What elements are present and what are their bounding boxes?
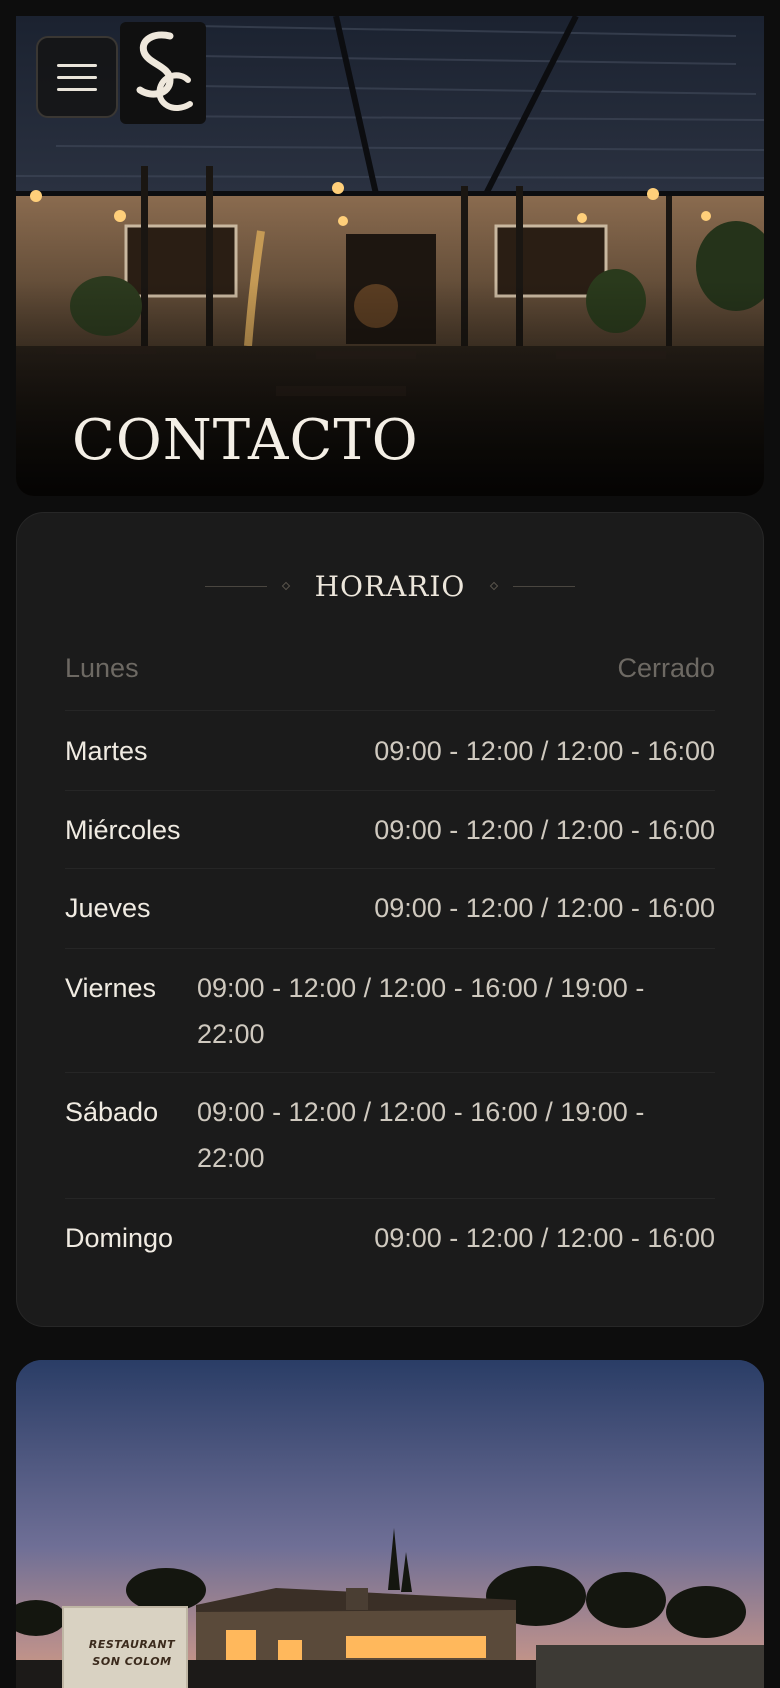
divider	[204, 585, 267, 587]
diamond-ornament-icon	[490, 581, 499, 591]
hamburger-icon-bar	[57, 75, 97, 79]
divider	[513, 585, 576, 587]
restaurant-photo: RESTAURANT SON COLOM	[16, 1360, 764, 1688]
schedule-row-jueves: Jueves 09:00 - 12:00 / 12:00 - 16:00	[65, 869, 715, 949]
schedule-header: HORARIO	[17, 553, 763, 619]
sign-text: SON COLOM	[92, 1655, 172, 1668]
restaurant-sign: RESTAURANT SON COLOM	[62, 1606, 188, 1688]
hamburger-icon-bar	[57, 87, 97, 91]
hours-value: 09:00 - 12:00 / 12:00 - 16:00	[374, 736, 715, 766]
day-label: Viernes	[65, 973, 157, 1003]
contact-page: CONTACTO HORARIO Lunes Cerrado Martes 09…	[0, 0, 780, 1688]
day-label: Lunes	[65, 653, 139, 683]
day-label: Miércoles	[65, 815, 181, 845]
schedule-card: HORARIO Lunes Cerrado Martes 09:00 - 12:…	[16, 512, 764, 1327]
day-label: Domingo	[65, 1223, 174, 1253]
brand-logo[interactable]	[120, 22, 206, 124]
hours-value: 09:00 - 12:00 / 12:00 - 16:00 / 19:00 - …	[197, 973, 645, 1049]
schedule-row-lunes: Lunes Cerrado	[65, 631, 715, 711]
schedule-row-martes: Martes 09:00 - 12:00 / 12:00 - 16:00	[65, 711, 715, 791]
hamburger-icon-bar	[57, 63, 97, 67]
schedule-row-sabado: Sábado 09:00 - 12:00 / 12:00 - 16:00 / 1…	[65, 1073, 715, 1199]
schedule-row-domingo: Domingo 09:00 - 12:00 / 12:00 - 16:00	[65, 1199, 715, 1279]
menu-button[interactable]	[36, 36, 118, 118]
sc-monogram-icon	[136, 31, 193, 111]
day-label: Jueves	[65, 893, 151, 923]
day-label: Martes	[65, 736, 148, 766]
schedule-list: Lunes Cerrado Martes 09:00 - 12:00 / 12:…	[65, 631, 715, 1279]
hours-value: 09:00 - 12:00 / 12:00 - 16:00	[374, 815, 715, 845]
hours-value: Cerrado	[617, 653, 715, 683]
hours-value: 09:00 - 12:00 / 12:00 - 16:00 / 19:00 - …	[197, 1097, 645, 1173]
sign-text: RESTAURANT	[88, 1638, 176, 1651]
schedule-row-miercoles: Miércoles 09:00 - 12:00 / 12:00 - 16:00	[65, 791, 715, 869]
hours-value: 09:00 - 12:00 / 12:00 - 16:00	[374, 893, 715, 923]
schedule-title: HORARIO	[314, 569, 466, 603]
schedule-row-viernes: Viernes 09:00 - 12:00 / 12:00 - 16:00 / …	[65, 949, 715, 1073]
hours-value: 09:00 - 12:00 / 12:00 - 16:00	[374, 1223, 715, 1253]
page-title: CONTACTO	[72, 408, 419, 473]
day-label: Sábado	[65, 1097, 159, 1127]
diamond-ornament-icon	[281, 581, 290, 591]
